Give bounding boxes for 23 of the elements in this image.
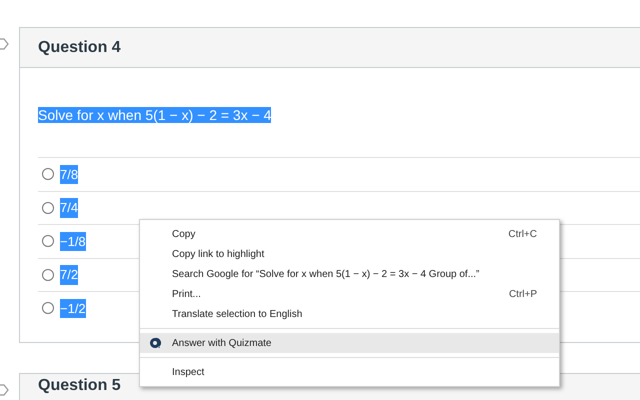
radio-button[interactable] [42,202,54,214]
question-text: Solve for x when 5(1 − x) − 2 = 3x − 4 [38,107,272,123]
answer-label: 7/8 [60,164,78,184]
radio-button[interactable] [42,168,54,180]
flag-icon[interactable] [0,37,10,51]
menu-item[interactable]: Print... Ctrl+P [140,284,559,304]
menu-item[interactable]: Copy link to highlight [140,244,559,264]
question-title: Question 4 [38,38,121,58]
flag-icon[interactable] [0,382,10,396]
question-title: Question 5 [38,378,121,394]
answer-label: −1/8 [60,232,86,251]
radio-button[interactable] [42,235,54,248]
menu-item[interactable]: Inspect [140,362,559,382]
menu-item[interactable]: Search Google for “Solve for x when 5(1 − x) − 2 = 3x − 4 Group of...” [140,264,559,284]
menu-item[interactable]: Copy Ctrl+C [140,224,559,244]
answer-label: 7/2 [60,265,78,284]
radio-button[interactable] [42,302,54,314]
answer-label: −1/2 [60,298,86,318]
menu-item[interactable]: Translate selection to English [140,304,559,324]
radio-button[interactable] [42,268,54,281]
answer-label: 7/4 [60,198,78,218]
menu-item[interactable]: Answer with Quizmate [140,333,559,353]
quizmate-icon [149,337,161,349]
